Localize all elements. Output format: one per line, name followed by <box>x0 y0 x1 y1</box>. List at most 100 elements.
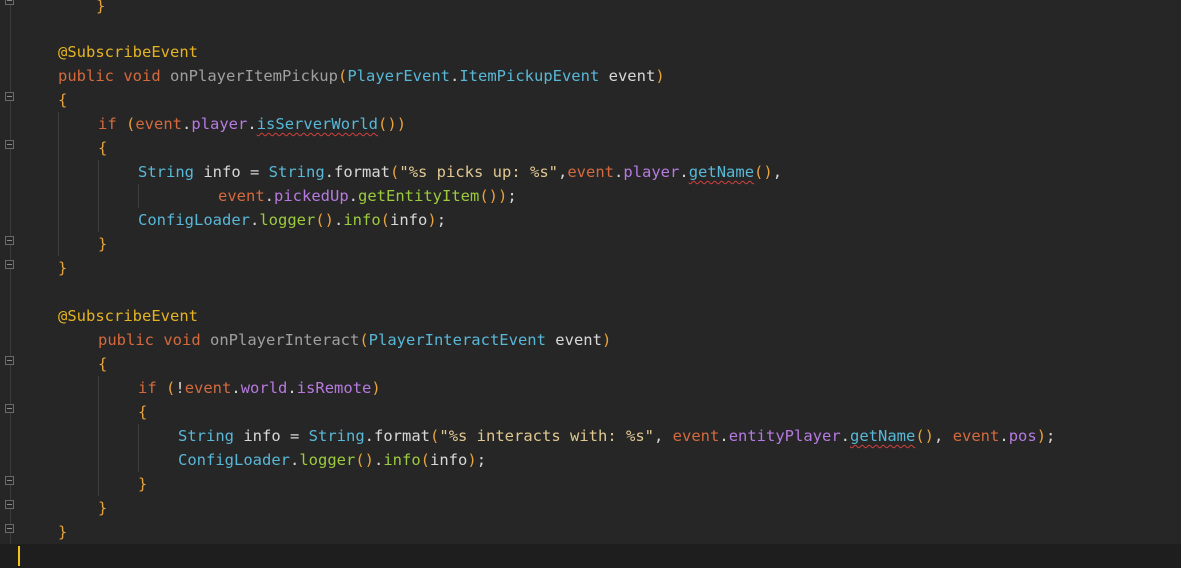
code-token: () <box>915 427 935 445</box>
indent-guide <box>58 112 59 256</box>
code-token: () <box>315 211 334 229</box>
code-token: event <box>672 427 720 445</box>
code-line[interactable]: } <box>96 0 105 18</box>
fold-marker-icon[interactable] <box>5 260 14 269</box>
code-token: . <box>324 163 335 181</box>
code-token: ConfigLoader <box>138 211 250 229</box>
code-token: . <box>182 115 192 133</box>
code-token: ( <box>420 451 431 469</box>
fold-marker-icon[interactable] <box>5 140 14 149</box>
code-token: . <box>679 163 689 181</box>
code-token: format <box>334 163 391 181</box>
code-token: = <box>290 427 309 445</box>
code-token: . <box>614 163 624 181</box>
code-token: event <box>567 163 615 181</box>
code-token: ; <box>436 211 447 229</box>
code-line[interactable]: } <box>98 232 107 256</box>
code-token: logger <box>299 451 356 469</box>
code-token: getName <box>688 163 755 181</box>
code-token: } <box>98 235 108 253</box>
code-token: ( <box>126 115 136 133</box>
code-token: ( <box>337 67 348 85</box>
editor-gutter <box>0 0 20 568</box>
code-token: ItemPickupEvent <box>459 67 609 85</box>
code-token: ; <box>1046 427 1056 445</box>
code-token: { <box>138 403 148 421</box>
code-line[interactable]: ConfigLoader.logger().info(info); <box>178 448 486 472</box>
code-token: , <box>934 427 953 445</box>
code-token: world <box>240 379 288 397</box>
code-token: if <box>138 379 166 397</box>
code-token: ) <box>467 451 477 469</box>
code-token: info <box>343 211 381 229</box>
code-line[interactable]: ConfigLoader.logger().info(info); <box>138 208 446 232</box>
code-token: format <box>374 427 431 445</box>
code-token: public <box>98 331 164 349</box>
code-token: ()) <box>378 115 407 133</box>
code-token: . <box>719 427 729 445</box>
code-token: ) <box>1036 427 1047 445</box>
code-token: void <box>123 67 170 85</box>
code-token: . <box>334 211 344 229</box>
code-line[interactable]: } <box>58 520 67 544</box>
code-token: } <box>58 259 68 277</box>
code-line[interactable]: if (!event.world.isRemote) <box>138 376 381 400</box>
fold-marker-icon[interactable] <box>5 524 14 533</box>
fold-marker-icon[interactable] <box>5 0 14 5</box>
code-token: { <box>58 91 68 109</box>
code-line[interactable]: public void onPlayerItemPickup(PlayerEve… <box>58 64 665 88</box>
code-token: isRemote <box>296 379 372 397</box>
code-line[interactable]: event.pickedUp.getEntityItem()); <box>218 184 517 208</box>
fold-marker-icon[interactable] <box>5 92 14 101</box>
code-line[interactable]: } <box>138 472 147 496</box>
code-token: event <box>555 331 602 349</box>
code-line[interactable]: } <box>58 256 67 280</box>
code-token: @SubscribeEvent <box>58 43 198 61</box>
fold-marker-icon[interactable] <box>5 476 14 485</box>
code-token: event <box>218 187 265 205</box>
code-line[interactable]: String info = String.format("%s picks up… <box>138 160 782 184</box>
code-token: String <box>178 427 244 445</box>
code-token: ) <box>371 379 381 397</box>
code-token: ( <box>359 331 369 349</box>
code-token: onPlayerInteract <box>210 331 360 349</box>
code-line[interactable]: } <box>98 496 107 520</box>
code-token: event <box>135 115 183 133</box>
code-line[interactable]: { <box>98 352 107 376</box>
code-line[interactable]: if (event.player.isServerWorld()) <box>98 112 406 136</box>
code-token: = <box>250 163 269 181</box>
code-token: String <box>268 163 325 181</box>
code-line[interactable]: { <box>98 136 107 160</box>
code-line[interactable]: @SubscribeEvent <box>58 40 198 64</box>
code-token: String <box>138 163 204 181</box>
code-token: { <box>98 139 108 157</box>
fold-marker-icon[interactable] <box>5 404 14 413</box>
code-token: ( <box>430 427 440 445</box>
code-token: onPlayerItemPickup <box>170 67 338 85</box>
code-token: info <box>390 211 428 229</box>
code-token: event <box>608 67 656 85</box>
code-editor[interactable]: } @SubscribeEvent public void onPlayerItem… <box>0 0 1181 568</box>
code-token: info <box>243 427 290 445</box>
code-token: ) <box>655 67 665 85</box>
code-token: . <box>287 379 297 397</box>
code-token: void <box>163 331 210 349</box>
code-token: "%s picks up: %s" <box>399 163 558 181</box>
indent-guide <box>138 424 139 472</box>
code-token: isServerWorld <box>256 115 379 133</box>
code-token: ; <box>507 187 517 205</box>
code-line[interactable]: String info = String.format("%s interact… <box>178 424 1055 448</box>
code-token: ( <box>380 211 391 229</box>
code-token: entityPlayer <box>728 427 841 445</box>
code-token: info <box>203 163 250 181</box>
fold-marker-icon[interactable] <box>5 236 14 245</box>
code-token: pickedUp <box>274 187 349 205</box>
code-line[interactable]: @SubscribeEvent <box>58 304 198 328</box>
code-line[interactable]: { <box>138 400 147 424</box>
code-token: PlayerEvent <box>347 67 450 85</box>
fold-marker-icon[interactable] <box>5 500 14 509</box>
code-line[interactable]: public void onPlayerInteract(PlayerInter… <box>98 328 611 352</box>
fold-marker-icon[interactable] <box>5 356 14 365</box>
code-token: ( <box>390 163 400 181</box>
code-line[interactable]: { <box>58 88 67 112</box>
